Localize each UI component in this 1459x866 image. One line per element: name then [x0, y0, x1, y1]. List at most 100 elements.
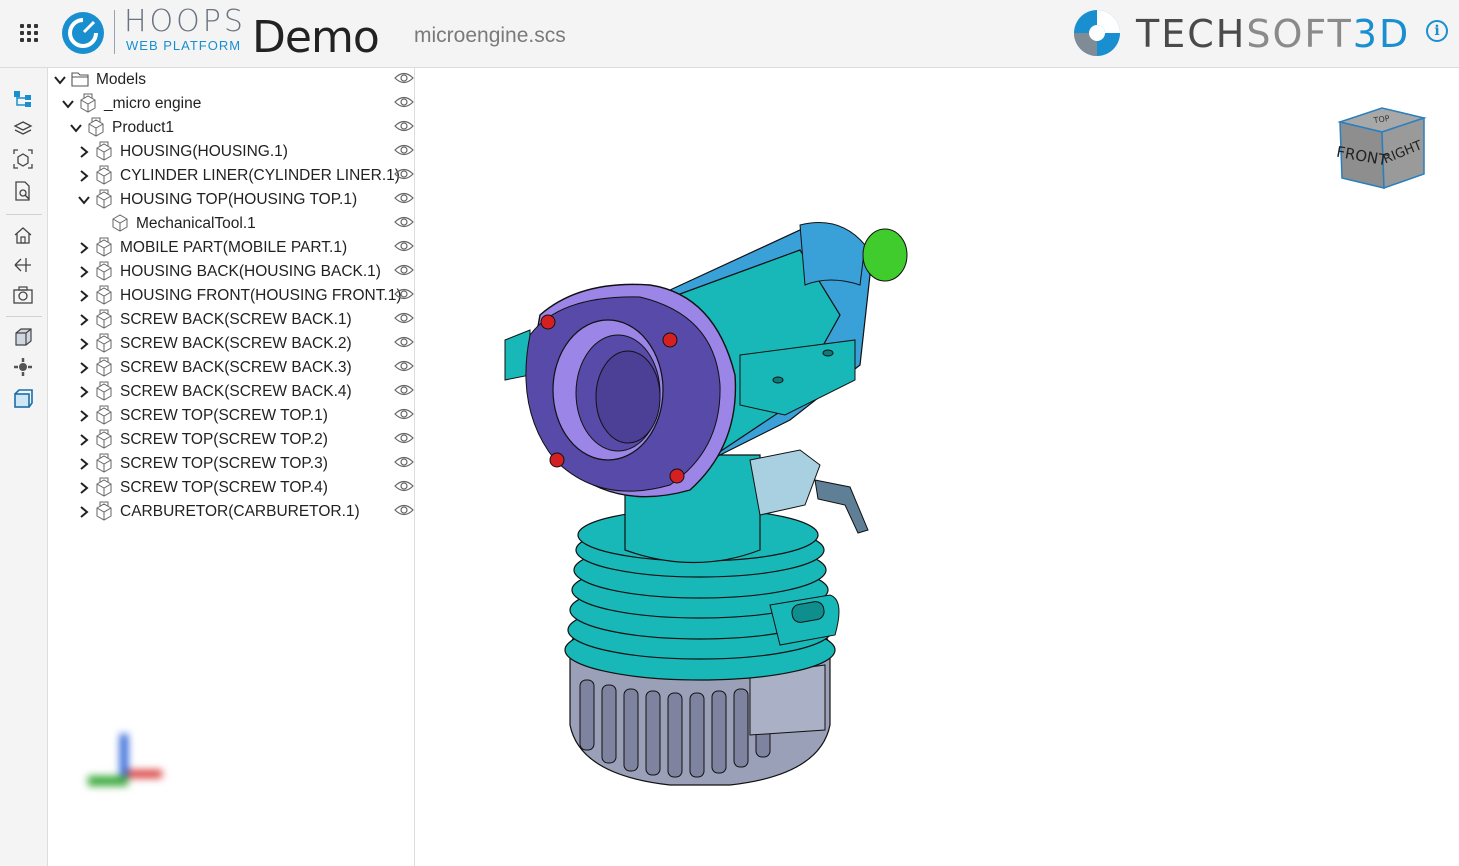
tree-row-label[interactable]: HOUSING BACK(HOUSING BACK.1)	[120, 262, 381, 282]
visibility-eye-icon[interactable]	[394, 263, 414, 277]
visibility-eye-icon[interactable]	[394, 167, 414, 181]
tree-row[interactable]: SCREW TOP(SCREW TOP.2)	[48, 428, 414, 452]
tree-row[interactable]: CARBURETOR(CARBURETOR.1)	[48, 500, 414, 524]
tree-row[interactable]: SCREW TOP(SCREW TOP.4)	[48, 476, 414, 500]
tree-row-label[interactable]: SCREW BACK(SCREW BACK.2)	[120, 334, 352, 354]
tree-row[interactable]: SCREW TOP(SCREW TOP.3)	[48, 452, 414, 476]
visibility-eye-icon[interactable]	[394, 71, 414, 85]
chevron-down-icon[interactable]	[70, 122, 82, 134]
layers-icon[interactable]	[12, 118, 34, 140]
micro-engine-model[interactable]	[500, 205, 920, 795]
tree-row[interactable]: HOUSING BACK(HOUSING BACK.1)	[48, 260, 414, 284]
visibility-eye-icon[interactable]	[394, 503, 414, 517]
visibility-eye-icon[interactable]	[394, 383, 414, 397]
redline-icon[interactable]	[12, 254, 34, 276]
chevron-right-icon[interactable]	[78, 506, 90, 518]
tree-row-label[interactable]: SCREW BACK(SCREW BACK.3)	[120, 358, 352, 378]
tree-row-label[interactable]: HOUSING FRONT(HOUSING FRONT.1)	[120, 286, 402, 306]
tree-row[interactable]: HOUSING FRONT(HOUSING FRONT.1)	[48, 284, 414, 308]
assembly-icon	[96, 261, 112, 281]
chevron-right-icon[interactable]	[78, 146, 90, 158]
visibility-eye-icon[interactable]	[394, 95, 414, 109]
tree-row[interactable]: SCREW TOP(SCREW TOP.1)	[48, 404, 414, 428]
tree-row-label[interactable]: CARBURETOR(CARBURETOR.1)	[120, 502, 360, 522]
assembly-icon	[96, 237, 112, 257]
visibility-eye-icon[interactable]	[394, 359, 414, 373]
visibility-eye-icon[interactable]	[394, 239, 414, 253]
visibility-eye-icon[interactable]	[394, 311, 414, 325]
info-button[interactable]: i	[1426, 20, 1448, 42]
brand-subtitle: WEB PLATFORM	[126, 38, 242, 53]
tree-row[interactable]: SCREW BACK(SCREW BACK.1)	[48, 308, 414, 332]
tree-row-label[interactable]: SCREW BACK(SCREW BACK.1)	[120, 310, 352, 330]
tree-row-label[interactable]: Models	[96, 70, 146, 90]
assembly-icon	[80, 93, 96, 113]
chevron-right-icon[interactable]	[78, 338, 90, 350]
home-icon[interactable]	[12, 224, 34, 246]
types-icon[interactable]	[12, 148, 34, 170]
tree-row[interactable]: _micro engine	[48, 92, 414, 116]
chevron-right-icon[interactable]	[78, 290, 90, 302]
shaded-cube-icon[interactable]	[12, 326, 34, 348]
visibility-eye-icon[interactable]	[394, 191, 414, 205]
tree-row-label[interactable]: MOBILE PART(MOBILE PART.1)	[120, 238, 347, 258]
chevron-right-icon[interactable]	[78, 362, 90, 374]
tree-row[interactable]: Product1	[48, 116, 414, 140]
visibility-eye-icon[interactable]	[394, 455, 414, 469]
tree-row-label[interactable]: SCREW TOP(SCREW TOP.4)	[120, 478, 328, 498]
cutting-plane-icon[interactable]	[12, 388, 34, 410]
chevron-right-icon[interactable]	[78, 434, 90, 446]
chevron-right-icon[interactable]	[78, 410, 90, 422]
tree-row[interactable]: MechanicalTool.1	[48, 212, 414, 236]
chevron-down-icon[interactable]	[78, 194, 90, 206]
toolbar-divider	[6, 316, 42, 317]
visibility-eye-icon[interactable]	[394, 407, 414, 421]
chevron-right-icon[interactable]	[78, 242, 90, 254]
tree-row[interactable]: Models	[48, 68, 414, 92]
brand-name: HOOPS	[124, 4, 246, 39]
app-menu-grid-icon[interactable]	[20, 24, 40, 44]
model-tree-icon[interactable]	[12, 88, 34, 110]
chevron-right-icon[interactable]	[78, 386, 90, 398]
tree-row-label[interactable]: SCREW TOP(SCREW TOP.2)	[120, 430, 328, 450]
tree-row[interactable]: SCREW BACK(SCREW BACK.4)	[48, 380, 414, 404]
assembly-icon	[96, 165, 112, 185]
chevron-down-icon[interactable]	[62, 98, 74, 110]
tree-row[interactable]: MOBILE PART(MOBILE PART.1)	[48, 236, 414, 260]
tree-row-label[interactable]: Product1	[112, 118, 174, 138]
chevron-right-icon[interactable]	[78, 458, 90, 470]
tree-row[interactable]: HOUSING(HOUSING.1)	[48, 140, 414, 164]
tree-row-label[interactable]: SCREW TOP(SCREW TOP.3)	[120, 454, 328, 474]
visibility-eye-icon[interactable]	[394, 431, 414, 445]
tree-row-label[interactable]: SCREW TOP(SCREW TOP.1)	[120, 406, 328, 426]
tree-row-label[interactable]: HOUSING(HOUSING.1)	[120, 142, 288, 162]
tree-row-label[interactable]: _micro engine	[104, 94, 201, 114]
tree-row-label[interactable]: CYLINDER LINER(CYLINDER LINER.1)	[120, 166, 400, 186]
chevron-right-icon[interactable]	[78, 314, 90, 326]
explode-icon[interactable]	[12, 356, 34, 378]
company-name-3d: 3D	[1352, 12, 1411, 56]
visibility-eye-icon[interactable]	[394, 335, 414, 349]
tree-row-label[interactable]: HOUSING TOP(HOUSING TOP.1)	[120, 190, 357, 210]
visibility-eye-icon[interactable]	[394, 479, 414, 493]
chevron-down-icon[interactable]	[54, 74, 66, 86]
tree-row[interactable]: SCREW BACK(SCREW BACK.2)	[48, 332, 414, 356]
assembly-icon	[96, 357, 112, 377]
chevron-right-icon[interactable]	[78, 170, 90, 182]
tree-row-label[interactable]: SCREW BACK(SCREW BACK.4)	[120, 382, 352, 402]
properties-search-icon[interactable]	[12, 180, 34, 202]
tree-row[interactable]: SCREW BACK(SCREW BACK.3)	[48, 356, 414, 380]
visibility-eye-icon[interactable]	[394, 215, 414, 229]
visibility-eye-icon[interactable]	[394, 119, 414, 133]
tree-row[interactable]: CYLINDER LINER(CYLINDER LINER.1)	[48, 164, 414, 188]
visibility-eye-icon[interactable]	[394, 143, 414, 157]
navigation-cube[interactable]: TOP FRONT RIGHT	[1336, 104, 1428, 190]
assembly-icon	[96, 285, 112, 305]
chevron-right-icon[interactable]	[78, 266, 90, 278]
snapshot-icon[interactable]	[12, 284, 34, 306]
visibility-eye-icon[interactable]	[394, 287, 414, 301]
tree-row-label[interactable]: MechanicalTool.1	[136, 214, 256, 234]
axis-triad	[88, 734, 162, 786]
chevron-right-icon[interactable]	[78, 482, 90, 494]
tree-row[interactable]: HOUSING TOP(HOUSING TOP.1)	[48, 188, 414, 212]
